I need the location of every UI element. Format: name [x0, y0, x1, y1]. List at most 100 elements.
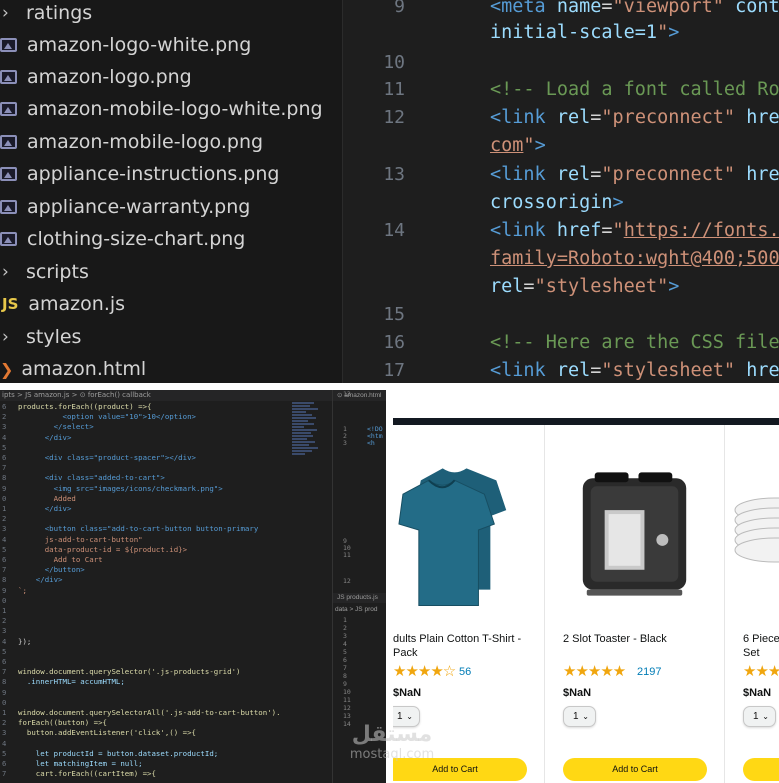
file-appliance-warranty[interactable]: appliance-warranty.png — [0, 191, 250, 223]
quantity-select[interactable]: 1 ⌄ — [563, 706, 596, 727]
line-number: 12 — [343, 704, 351, 712]
line-number: 3 — [343, 632, 347, 640]
code-line: <div class="added-to-cart"> — [18, 473, 165, 483]
minimap[interactable] — [292, 402, 320, 492]
quantity-value: 1 — [753, 711, 759, 722]
file-amazon-mobile-logo-white[interactable]: amazon-mobile-logo-white.png — [0, 93, 323, 125]
product-image — [582, 472, 687, 596]
code-line: <img src="images/icons/checkmark.png"> — [18, 483, 223, 493]
line-number: 1 — [2, 606, 7, 615]
rating-stars: ★★★★☆ — [393, 663, 456, 680]
explorer-item-label: amazon.html — [21, 358, 147, 380]
line-number: 6 — [2, 657, 7, 666]
line-number: 9 — [2, 483, 7, 493]
file-amazon-js[interactable]: JS amazon.js — [0, 288, 125, 320]
line-number: 4 — [2, 738, 7, 748]
javascript-file-icon: JS — [2, 295, 19, 313]
line-number: 5 — [2, 646, 7, 656]
file-amazon-mobile-logo[interactable]: amazon-mobile-logo.png — [0, 126, 263, 158]
code-line: window.document.querySelector('.js-produ… — [18, 667, 241, 677]
file-amazon-logo-white[interactable]: amazon-logo-white.png — [0, 29, 251, 61]
line-number: 3 — [2, 524, 7, 534]
image-file-icon — [0, 70, 17, 84]
line-number: 0 — [2, 595, 7, 605]
code-line: button.addEventListener('click',() =>{ — [18, 728, 196, 738]
code-line: }); — [18, 636, 32, 646]
tab-amazon-html[interactable]: ⊙ amazon.html — [333, 390, 386, 401]
image-file-icon — [0, 135, 17, 149]
line-number: 11 — [343, 696, 351, 704]
html-editor[interactable]: 9 <meta name="viewport" cont initial-sca… — [343, 0, 779, 383]
line-number: 6 — [343, 656, 347, 664]
line-number: 1 — [343, 616, 347, 624]
code-line: crossorigin> — [490, 192, 624, 213]
code-line: <meta name="viewport" cont — [490, 0, 779, 17]
folder-ratings[interactable]: › ratings — [0, 0, 92, 29]
line-number: 17 — [383, 360, 405, 381]
code-line: Add to Cart — [18, 555, 103, 564]
code-comment: <!-- Here are the CSS file — [490, 332, 779, 353]
chevron-right-icon: › — [2, 262, 9, 282]
explorer-item-label: amazon.js — [28, 293, 126, 315]
watermark-text: مستقل — [351, 722, 433, 747]
chevron-down-icon: ⌄ — [762, 712, 769, 721]
line-number: 9 — [2, 687, 7, 697]
file-amazon-html[interactable]: ❯ amazon.html — [0, 353, 146, 383]
folder-scripts[interactable]: › scripts — [0, 256, 89, 288]
file-clothing-size-chart[interactable]: clothing-size-chart.png — [0, 223, 245, 255]
line-number: 7 — [2, 769, 7, 779]
line-number: 6 — [2, 555, 7, 564]
code-line: products.forEach((product) =>{ — [18, 402, 152, 411]
code-line: forEach((button) =>{ — [18, 718, 107, 728]
line-number: 7 — [2, 667, 7, 677]
product-name-line2: Pack — [393, 647, 418, 659]
explorer-item-label: appliance-instructions.png — [27, 163, 280, 185]
product-card: 2 Slot Toaster - Black ★★★★★ 2197 $NaN 1… — [545, 425, 725, 783]
line-number: 4 — [343, 640, 347, 648]
product-image — [734, 497, 779, 563]
file-amazon-logo[interactable]: amazon-logo.png — [0, 61, 192, 93]
line-number: 8 — [343, 672, 347, 680]
line-number: 9 — [343, 680, 347, 688]
line-number: 3 — [2, 422, 7, 432]
code-line: </div> — [18, 504, 72, 513]
line-number: 12 — [343, 577, 351, 585]
add-to-cart-button[interactable] — [743, 758, 779, 781]
js-editor[interactable]: ipts > JS amazon.js > ⊙ forEach() callba… — [0, 390, 386, 783]
line-number: 1 — [2, 504, 7, 513]
code-line: let productId = button.dataset.productId… — [18, 748, 219, 758]
rating-count[interactable]: 2197 — [637, 666, 661, 678]
explorer-item-label: ratings — [26, 2, 93, 24]
html-file-icon: ❯ — [0, 359, 14, 379]
line-number: 5 — [2, 442, 7, 452]
image-file-icon — [0, 102, 17, 116]
add-to-cart-button[interactable]: Add to Cart — [563, 758, 707, 781]
product-price: $NaN — [743, 687, 772, 699]
tab-products-js[interactable]: JS products.js — [333, 593, 386, 603]
code-line: Added — [18, 493, 76, 503]
code-line: js-add-to-cart-button" — [18, 534, 143, 544]
product-image — [398, 468, 507, 606]
product-name: dults Plain Cotton T-Shirt - — [393, 633, 522, 645]
line-number: 3 — [2, 728, 7, 738]
folder-styles[interactable]: › styles — [0, 321, 81, 353]
line-number: 6 — [2, 759, 7, 768]
line-number: 0 — [2, 493, 7, 503]
image-file-icon — [0, 232, 17, 246]
rating-count[interactable]: 56 — [459, 666, 471, 678]
line-number: 3 — [2, 626, 7, 636]
line-number: 2 — [2, 514, 7, 524]
code-comment: <!-- Load a font called Ro — [490, 79, 779, 100]
code-line: com"> — [490, 135, 546, 156]
quantity-select[interactable]: 1 ⌄ — [743, 706, 776, 727]
line-number: 13 — [343, 390, 351, 398]
line-number: 6 — [2, 453, 7, 462]
rating-stars: ★★★ — [743, 663, 779, 680]
line-number: 2 — [2, 718, 7, 728]
file-appliance-instructions[interactable]: appliance-instructions.png — [0, 158, 279, 190]
line-number: 10 — [343, 688, 351, 696]
file-explorer: › ratings amazon-logo-white.png amazon-l… — [0, 0, 343, 383]
product-price: $NaN — [563, 687, 592, 699]
line-number: 3 — [343, 439, 347, 447]
line-number: 5 — [343, 648, 347, 656]
